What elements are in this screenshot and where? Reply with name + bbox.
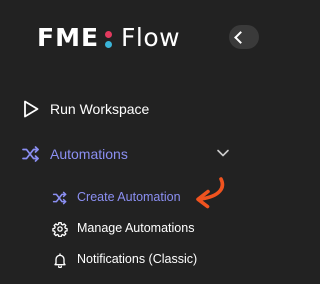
play-outline-icon	[21, 99, 41, 119]
sidebar-subitem-label: Notifications (Classic)	[77, 252, 198, 266]
bell-icon	[52, 252, 68, 269]
sidebar-item-label: Run Workspace	[50, 101, 150, 117]
sidebar-subitem-label: Manage Automations	[77, 221, 195, 235]
fme-flow-logo[interactable]: FME Flow	[37, 24, 180, 52]
logo-dot-top	[105, 31, 113, 38]
sidebar-item-run-workspace[interactable]: Run Workspace	[0, 91, 243, 127]
shuffle-icon	[21, 144, 41, 164]
logo-dot-bottom	[105, 41, 113, 48]
collapse-sidebar-button[interactable]	[229, 25, 259, 49]
logo-text-flow: Flow	[121, 23, 181, 52]
sidebar-item-automations[interactable]: Automations	[0, 136, 243, 172]
shuffle-icon	[52, 190, 68, 206]
sidebar-subitem-label: Create Automation	[77, 190, 181, 204]
chevron-left-icon	[234, 31, 247, 44]
sidebar-subitem-notifications-classic[interactable]: Notifications (Classic)	[0, 245, 243, 275]
sidebar-item-label: Automations	[50, 146, 128, 162]
gear-icon	[52, 221, 68, 238]
sidebar: FME Flow Run Workspace Automations Creat…	[0, 0, 259, 284]
logo-text-fme: FME	[37, 23, 100, 52]
sidebar-subitem-create-automation[interactable]: Create Automation	[0, 183, 243, 213]
sidebar-subitem-manage-automations[interactable]: Manage Automations	[0, 214, 243, 244]
chevron-down-icon[interactable]	[216, 146, 230, 160]
logo-colon-mark	[105, 27, 113, 49]
